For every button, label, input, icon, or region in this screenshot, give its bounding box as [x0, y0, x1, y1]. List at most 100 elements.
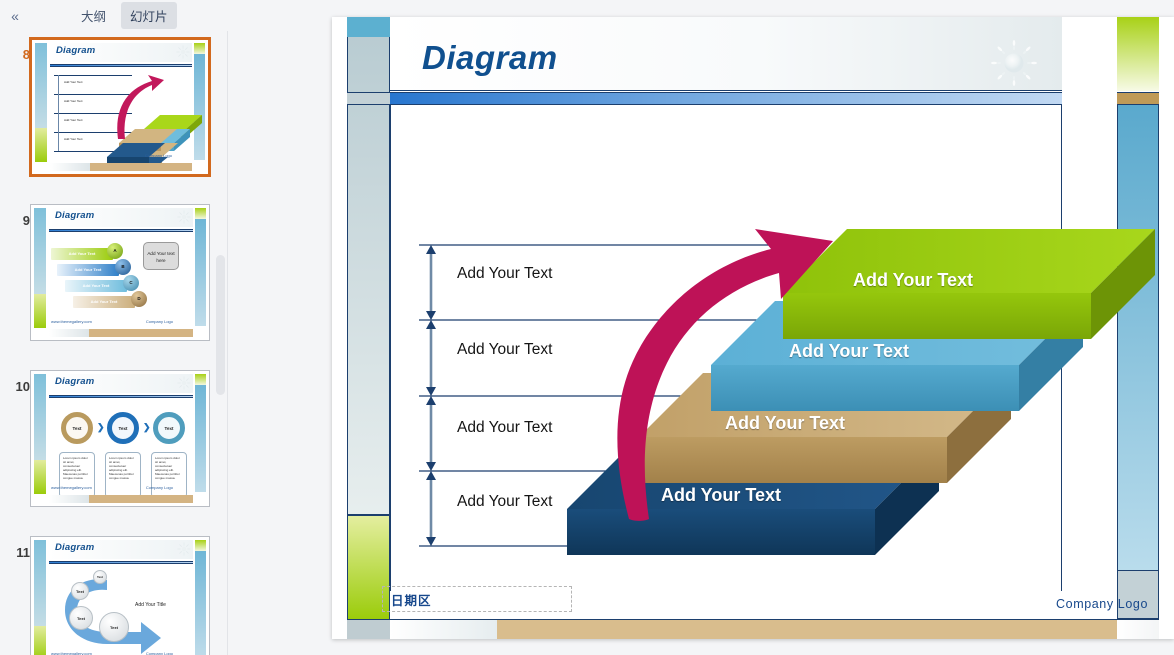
mini-ball-c: C: [123, 275, 139, 291]
slide-canvas[interactable]: Add Your Text Add Your Text Add Your Tex…: [390, 105, 1155, 591]
mini-blue-rule: [49, 229, 193, 232]
mini-bottom-tan: [89, 495, 193, 503]
company-logo-text[interactable]: Company Logo: [1056, 597, 1148, 611]
collapse-panel-icon[interactable]: «: [0, 0, 30, 31]
slide-number-10: 10: [15, 379, 30, 394]
chevron-right-icon: ❯: [143, 422, 151, 432]
mini-slide-title-10: Diagram: [55, 376, 95, 387]
sun-icon: [176, 45, 190, 59]
tab-outline[interactable]: 大纲: [72, 2, 115, 29]
mini-blue-rule: [49, 561, 193, 564]
sun-icon: [177, 542, 191, 556]
slide-footer-white: [390, 620, 497, 639]
growth-arrow[interactable]: [605, 223, 865, 523]
sun-icon: [991, 40, 1037, 86]
mini-left-green: [34, 294, 46, 328]
mini-ball-a: A: [107, 243, 123, 259]
mini-footer-left: www.themegallery.com: [51, 485, 92, 490]
slide-editor-area: Diagram Add Your Text Add Your Text Add …: [228, 0, 1174, 655]
mini-footer-right: Company Logo: [144, 153, 172, 158]
mini-footer-right: Company Logo: [145, 485, 173, 490]
thumbnail-slide-11[interactable]: 11 Diagram Text Text Text Text Add Your …: [0, 536, 228, 655]
dimension-label-4[interactable]: Add Your Text: [457, 493, 552, 511]
thumbnail-image-8[interactable]: Diagram Add Your Text Add Your Text Add …: [29, 37, 211, 177]
mini-left-green: [34, 460, 46, 494]
mini-bottom-gray: [49, 495, 89, 503]
chevron-right-icon: ❯: [97, 422, 105, 432]
mini-slide-title-9: Diagram: [55, 210, 95, 221]
mini-footer-right: Company Logo: [145, 319, 173, 324]
dimension-label-3[interactable]: Add Your Text: [457, 419, 552, 437]
mini-body-8: Add Your Text Add Your Text Add Your Tex…: [50, 69, 202, 165]
mini-left-green: [34, 626, 46, 655]
date-placeholder[interactable]: 日期区: [382, 586, 572, 612]
mini-right-green: [195, 374, 206, 385]
slide-title[interactable]: Diagram: [422, 39, 558, 77]
dimension-label-2[interactable]: Add Your Text: [457, 341, 552, 359]
mini-arrow-8: [117, 75, 164, 139]
thumbnail-image-11[interactable]: Diagram Text Text Text Text Add Your Tit…: [30, 536, 210, 655]
slide-footer-gray: [347, 620, 390, 639]
mini-speech-bubble: Add Your text here: [143, 242, 179, 270]
slide-blue-band: [390, 92, 1062, 105]
slide-number-11: 11: [16, 545, 30, 560]
slide-left-strip: [347, 37, 390, 515]
step-label-1[interactable]: Add Your Text: [853, 270, 973, 291]
thumbnail-slide-8[interactable]: 8 Diagram Add Your Text Add Your Text Ad…: [0, 37, 228, 190]
mini-body-9: Add Your Text Add Your Text Add Your Tex…: [49, 234, 193, 326]
mini-label: Add Your Text: [64, 80, 83, 84]
mini-blue-rule: [49, 395, 193, 398]
mini-right-strip: [195, 385, 206, 492]
slide-number-9: 9: [22, 213, 30, 228]
mini-slide-title-8: Diagram: [56, 45, 96, 56]
mini-right-green: [195, 540, 206, 551]
mini-label: Add Your Text: [64, 118, 83, 122]
mini-card-2: Lorem ipsum dolor sit amet, consectetuer…: [105, 452, 141, 498]
slide-footer-tan: [497, 620, 1117, 639]
mini-bar: Add Your Text: [51, 248, 113, 260]
mini-footer-left: www.themegallery.com: [51, 319, 92, 324]
slide-thumbnail-panel: « 大纲 幻灯片 8 Diagram Add Your Text Add You…: [0, 0, 228, 655]
sun-icon: [177, 376, 191, 390]
panel-header: « 大纲 幻灯片: [0, 0, 228, 31]
thumbnail-list[interactable]: 8 Diagram Add Your Text Add Your Text Ad…: [0, 31, 228, 655]
slide-footer-white-right: [1117, 620, 1159, 639]
mini-body-10: Text ❯ Text ❯ Text Lorem ipsum dolor sit…: [49, 400, 193, 498]
mini-blue-rule: [50, 64, 192, 67]
mini-label: Add Your Text: [64, 99, 83, 103]
thumbnail-image-10[interactable]: Diagram Text ❯ Text ❯ Text Lorem ipsum d…: [30, 370, 210, 507]
mini-slide-title-11: Diagram: [55, 542, 95, 553]
mini-bar: Add Your Text: [57, 264, 119, 276]
mini-label: Add Your Text: [64, 137, 83, 141]
date-placeholder-text: 日期区: [391, 593, 432, 608]
mini-ball: Text: [93, 570, 107, 584]
mini-bar: Add Your Text: [65, 280, 127, 292]
mini-ring-1: Text: [61, 412, 93, 444]
step-diagram[interactable]: Add Your Text Add Your Text Add Your Tex…: [391, 105, 1155, 591]
mini-card-1: Lorem ipsum dolor sit amet, consectetuer…: [59, 452, 95, 498]
mini-footer-right: Company Logo: [145, 651, 173, 655]
thumbnail-slide-10[interactable]: 10 Diagram Text ❯ Text ❯ Text Lorem ipsu…: [0, 370, 228, 522]
mini-card-3: Lorem ipsum dolor sit amet, consectetuer…: [151, 452, 187, 498]
slide-right-gray-block: [1117, 571, 1159, 619]
thumbnail-scrollbar-thumb[interactable]: [216, 255, 225, 395]
mini-right-green: [195, 208, 206, 219]
dimension-label-1[interactable]: Add Your Text: [457, 265, 552, 283]
slide-band-tan: [1117, 92, 1159, 105]
slide-right-green-cap: [1117, 17, 1159, 91]
mini-left-green: [35, 128, 47, 162]
tab-slides[interactable]: 幻灯片: [121, 2, 177, 29]
mini-footer-left: www.themegallery.com: [51, 651, 92, 655]
thumbnail-image-9[interactable]: Diagram Add Your Text Add Your Text Add …: [30, 204, 210, 341]
mini-bottom-tan: [90, 163, 192, 171]
mini-body-11: Text Text Text Text Add Your Title www.t…: [49, 566, 193, 655]
mini-title-text: Add Your Title: [135, 602, 166, 608]
mini-ring-2: Text: [107, 412, 139, 444]
current-slide[interactable]: Diagram Add Your Text Add Your Text Add …: [332, 17, 1174, 639]
mini-bottom-gray: [49, 329, 89, 337]
mini-ring-3: Text: [153, 412, 185, 444]
mini-right-green: [194, 43, 205, 54]
slide-band-left: [347, 92, 390, 105]
thumbnail-slide-9[interactable]: 9 Diagram Add Your Text Add Your Text Ad…: [0, 204, 228, 356]
mini-bottom-tan: [89, 329, 193, 337]
